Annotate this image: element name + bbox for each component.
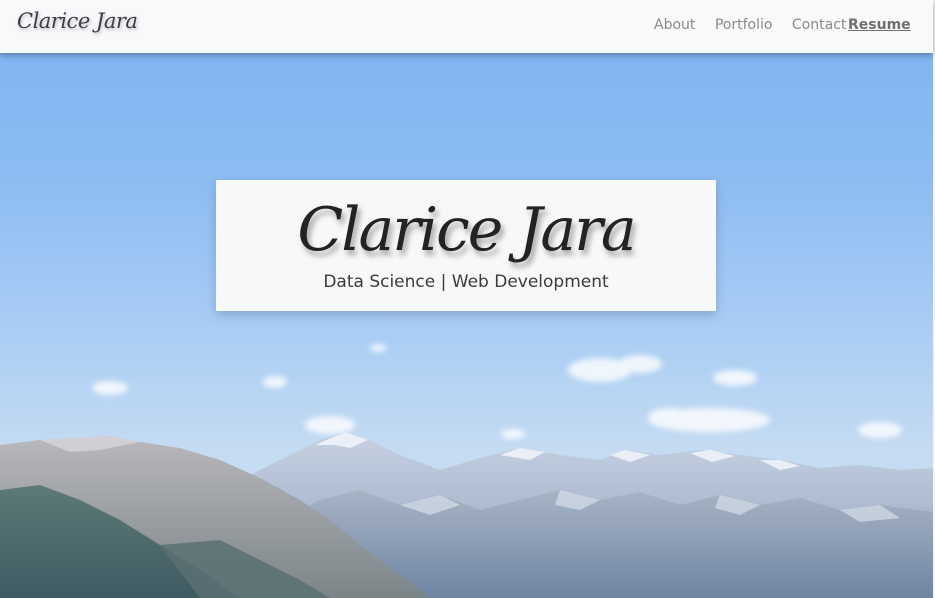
- nav-links: About Portfolio Contact: [654, 17, 861, 33]
- navbar: Clarice Jara About Portfolio Contact Res…: [0, 0, 933, 53]
- page: Clarice Jara About Portfolio Contact Res…: [0, 0, 935, 598]
- brand-logo[interactable]: Clarice Jara: [17, 9, 138, 33]
- hero-title-card: Clarice Jara Data Science | Web Developm…: [216, 180, 716, 311]
- nav-link-about[interactable]: About: [654, 17, 695, 33]
- nav-link-contact[interactable]: Contact: [792, 17, 846, 33]
- nav-link-resume[interactable]: Resume: [848, 17, 911, 33]
- clouds: [92, 344, 902, 439]
- hero-name: Clarice Jara: [297, 195, 636, 265]
- nav-link-portfolio[interactable]: Portfolio: [715, 17, 773, 33]
- hero-subtitle: Data Science | Web Development: [323, 272, 609, 292]
